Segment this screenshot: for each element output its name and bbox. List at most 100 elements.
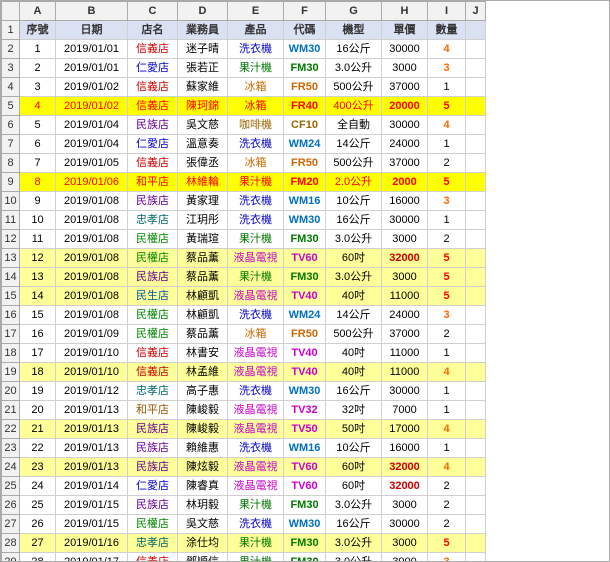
cell: 2.0公升 bbox=[326, 173, 382, 192]
row-num: 24 bbox=[2, 458, 20, 477]
cell: 500公升 bbox=[326, 78, 382, 97]
row-num: 5 bbox=[2, 97, 20, 116]
cell: 2019/01/08 bbox=[56, 230, 128, 249]
cell: 11000 bbox=[382, 363, 428, 382]
table-row: 27 26 2019/01/15 民權店 吳文慈 洗衣機 WM30 16公斤 3… bbox=[2, 515, 486, 534]
col-header-b[interactable]: B bbox=[56, 2, 128, 21]
cell: TV60 bbox=[284, 458, 326, 477]
table-row: 15 14 2019/01/08 民生店 林顧凱 液晶電視 TV40 40吋 1… bbox=[2, 287, 486, 306]
col-header-a[interactable]: A bbox=[20, 2, 56, 21]
cell: 2019/01/08 bbox=[56, 287, 128, 306]
row-num: 10 bbox=[2, 192, 20, 211]
cell: 60吋 bbox=[326, 249, 382, 268]
cell: 3.0公升 bbox=[326, 230, 382, 249]
cell: 2019/01/15 bbox=[56, 515, 128, 534]
cell: 和平店 bbox=[128, 401, 178, 420]
cell: 信義店 bbox=[128, 553, 178, 562]
cell: 20 bbox=[20, 401, 56, 420]
table-row: 26 25 2019/01/15 民族店 林玥毅 果汁機 FM30 3.0公升 … bbox=[2, 496, 486, 515]
cell: 洗衣機 bbox=[228, 382, 284, 401]
cell: 洗衣機 bbox=[228, 515, 284, 534]
cell: 5 bbox=[428, 268, 466, 287]
col-header-d[interactable]: D bbox=[178, 2, 228, 21]
cell: 忠孝店 bbox=[128, 211, 178, 230]
cell: 2019/01/13 bbox=[56, 458, 128, 477]
cell: 2019/01/08 bbox=[56, 249, 128, 268]
cell bbox=[466, 78, 486, 97]
cell: 16000 bbox=[382, 439, 428, 458]
cell: 6 bbox=[20, 135, 56, 154]
cell: 16000 bbox=[382, 192, 428, 211]
row-num: 21 bbox=[2, 401, 20, 420]
cell: 19 bbox=[20, 382, 56, 401]
cell: 液晶電視 bbox=[228, 287, 284, 306]
cell: 24 bbox=[20, 477, 56, 496]
cell: 40吋 bbox=[326, 287, 382, 306]
cell: 果汁機 bbox=[228, 496, 284, 515]
cell: 冰箱 bbox=[228, 325, 284, 344]
cell: 500公升 bbox=[326, 154, 382, 173]
cell: 30000 bbox=[382, 515, 428, 534]
col-header-f[interactable]: F bbox=[284, 2, 326, 21]
col-header-g[interactable]: G bbox=[326, 2, 382, 21]
cell: 信義店 bbox=[128, 154, 178, 173]
cell: 民族店 bbox=[128, 496, 178, 515]
cell: 2 bbox=[428, 154, 466, 173]
cell: 16 bbox=[20, 325, 56, 344]
cell: WM30 bbox=[284, 515, 326, 534]
cell: 2 bbox=[428, 477, 466, 496]
cell: 信義店 bbox=[128, 78, 178, 97]
cell: 蔡品薰 bbox=[178, 268, 228, 287]
cell: 2019/01/08 bbox=[56, 268, 128, 287]
cell: 店名 bbox=[128, 21, 178, 40]
col-header-j[interactable]: J bbox=[466, 2, 486, 21]
spreadsheet: A B C D E F G H I J 1 序號 日期 店名 業務員 產品 代碼… bbox=[0, 0, 610, 562]
cell: 16公斤 bbox=[326, 211, 382, 230]
cell: 28 bbox=[20, 553, 56, 562]
cell: 7000 bbox=[382, 401, 428, 420]
cell: 2 bbox=[20, 59, 56, 78]
cell: FR40 bbox=[284, 97, 326, 116]
cell: WM16 bbox=[284, 192, 326, 211]
cell: 7 bbox=[20, 154, 56, 173]
cell: TV60 bbox=[284, 249, 326, 268]
cell: 3000 bbox=[382, 553, 428, 562]
cell: 2019/01/01 bbox=[56, 59, 128, 78]
cell: 21 bbox=[20, 420, 56, 439]
table-row: 6 5 2019/01/04 民族店 吳文慈 咖啡機 CF10 全自動 3000… bbox=[2, 116, 486, 135]
cell: 3000 bbox=[382, 268, 428, 287]
cell: 2 bbox=[428, 325, 466, 344]
cell: 4 bbox=[428, 40, 466, 59]
cell: 1 bbox=[428, 211, 466, 230]
cell: 機型 bbox=[326, 21, 382, 40]
cell: 32000 bbox=[382, 249, 428, 268]
cell: 洗衣機 bbox=[228, 211, 284, 230]
cell: FM30 bbox=[284, 268, 326, 287]
cell: 2 bbox=[428, 230, 466, 249]
col-header-e[interactable]: E bbox=[228, 2, 284, 21]
cell: 10 bbox=[20, 211, 56, 230]
cell: TV60 bbox=[284, 477, 326, 496]
col-header-c[interactable]: C bbox=[128, 2, 178, 21]
cell: 液晶電視 bbox=[228, 249, 284, 268]
cell: 黃瑞瑄 bbox=[178, 230, 228, 249]
cell: 黃家理 bbox=[178, 192, 228, 211]
cell: 洗衣機 bbox=[228, 135, 284, 154]
cell: 14公斤 bbox=[326, 306, 382, 325]
cell: 14 bbox=[20, 287, 56, 306]
cell: 民族店 bbox=[128, 116, 178, 135]
cell: 洗衣機 bbox=[228, 192, 284, 211]
col-header-i[interactable]: I bbox=[428, 2, 466, 21]
cell: 果汁機 bbox=[228, 173, 284, 192]
cell: WM24 bbox=[284, 306, 326, 325]
cell: 1 bbox=[428, 78, 466, 97]
cell: 信義店 bbox=[128, 40, 178, 59]
row-num: 17 bbox=[2, 325, 20, 344]
row-num: 9 bbox=[2, 173, 20, 192]
cell: 2019/01/01 bbox=[56, 40, 128, 59]
cell: 5 bbox=[20, 116, 56, 135]
col-header-h[interactable]: H bbox=[382, 2, 428, 21]
cell: 17 bbox=[20, 344, 56, 363]
table-row: 18 17 2019/01/10 信義店 林書安 液晶電視 TV40 40吋 1… bbox=[2, 344, 486, 363]
cell: 林維輪 bbox=[178, 173, 228, 192]
